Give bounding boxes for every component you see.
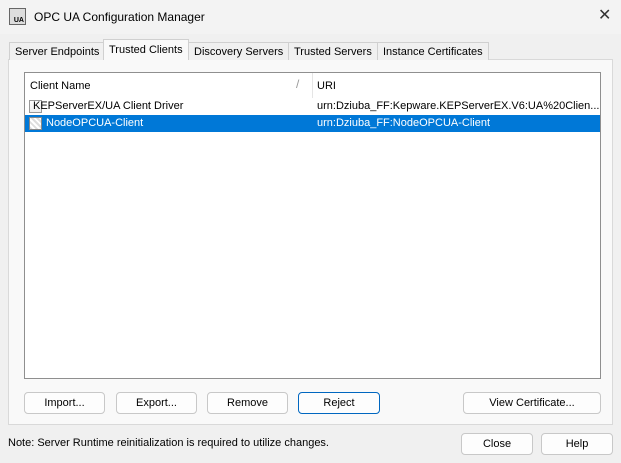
list-header: Client Name / URI <box>25 73 600 98</box>
view-certificate-button[interactable]: View Certificate... <box>463 392 601 414</box>
export-button[interactable]: Export... <box>116 392 197 414</box>
close-icon[interactable]: ✕ <box>598 5 611 25</box>
opc-ua-app-icon: UA <box>9 8 26 25</box>
column-divider[interactable] <box>312 73 313 98</box>
client-uri: urn:Dziuba_FF:Kepware.KEPServerEX.V6:UA%… <box>317 100 600 112</box>
client-uri: urn:Dziuba_FF:NodeOPCUA-Client <box>317 117 491 129</box>
remove-button[interactable]: Remove <box>207 392 288 414</box>
sort-indicator-icon: / <box>296 77 300 91</box>
trusted-clients-list[interactable]: Client Name / URI KEPServerEX/UA Client … <box>24 72 601 379</box>
window-title: OPC UA Configuration Manager <box>34 10 205 24</box>
reject-button[interactable]: Reject <box>298 392 380 414</box>
column-header-uri[interactable]: URI <box>317 80 336 92</box>
close-button[interactable]: Close <box>461 433 533 455</box>
tab-trusted-clients[interactable]: Trusted Clients <box>103 39 189 60</box>
column-header-client-name[interactable]: Client Name <box>30 80 91 92</box>
table-row-selected[interactable]: NodeOPCUA-Client urn:Dziuba_FF:NodeOPCUA… <box>25 115 600 132</box>
certificate-icon <box>29 117 42 130</box>
note-text: Note: Server Runtime reinitialization is… <box>8 437 329 449</box>
client-name: NodeOPCUA-Client <box>46 117 144 129</box>
tab-discovery-servers[interactable]: Discovery Servers <box>188 42 290 60</box>
help-button[interactable]: Help <box>541 433 613 455</box>
tab-instance-certificates[interactable]: Instance Certificates <box>377 42 489 60</box>
title-bar: UA OPC UA Configuration Manager ✕ <box>0 0 621 34</box>
tab-server-endpoints[interactable]: Server Endpoints <box>9 42 106 60</box>
tab-trusted-servers[interactable]: Trusted Servers <box>288 42 378 60</box>
client-name: KEPServerEX/UA Client Driver <box>33 100 184 112</box>
import-button[interactable]: Import... <box>24 392 105 414</box>
table-row[interactable]: KEPServerEX/UA Client Driver urn:Dziuba_… <box>25 98 600 115</box>
